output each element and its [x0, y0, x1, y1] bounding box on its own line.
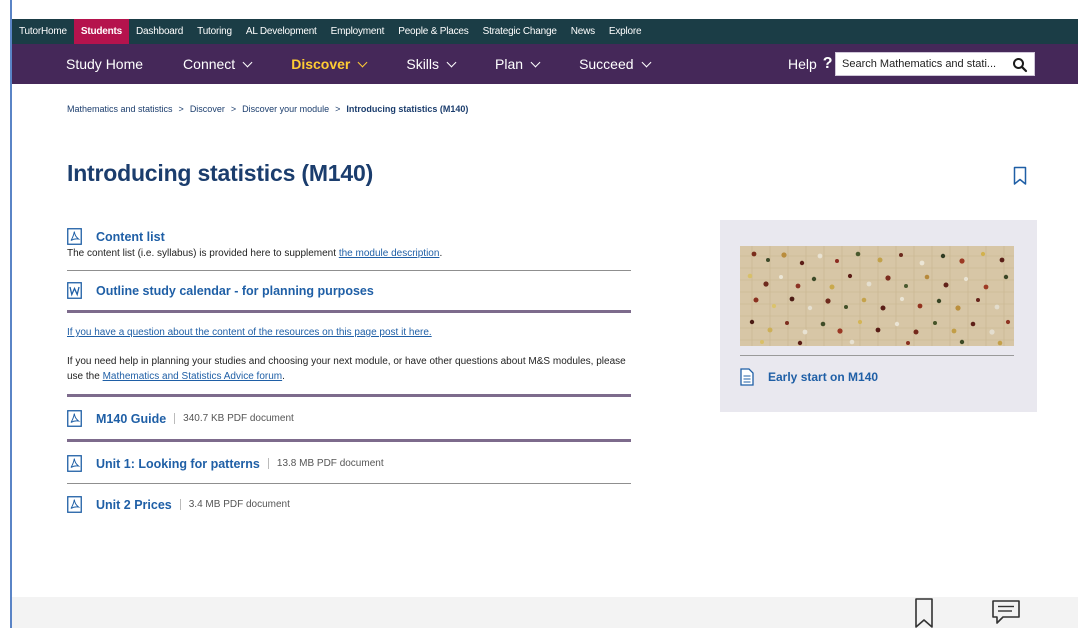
top-nav-tutoring[interactable]: Tutoring: [190, 19, 239, 44]
top-nav-strategic-change[interactable]: Strategic Change: [476, 19, 564, 44]
chevron-down-icon: [446, 57, 457, 67]
content-list-desc-suffix: .: [439, 248, 443, 259]
comment-icon[interactable]: [990, 598, 1022, 626]
question-note: If you have a question about the content…: [67, 325, 631, 340]
search-input[interactable]: [836, 58, 1006, 70]
top-nav-news[interactable]: News: [564, 19, 602, 44]
main-nav-study-home-label: Study Home: [66, 56, 144, 72]
help-question-icon: ?: [822, 55, 833, 72]
breadcrumb-separator: >: [178, 104, 184, 114]
advice-note: If you need help in planning your studie…: [67, 354, 631, 384]
file-row: Unit 2 Prices 3.4 MB PDF document: [67, 496, 631, 513]
file-row: Unit 1: Looking for patterns 13.8 MB PDF…: [67, 455, 631, 472]
main-nav-discover[interactable]: Discover: [291, 56, 368, 72]
calendar-row: Outline study calendar - for planning pu…: [67, 282, 631, 299]
word-document-icon: [67, 282, 82, 299]
help-link[interactable]: Help ?: [788, 44, 833, 84]
breadcrumb-item[interactable]: Discover: [190, 104, 225, 114]
top-nav-people-places[interactable]: People & Places: [391, 19, 475, 44]
main-nav-discover-label: Discover: [291, 56, 351, 72]
chevron-down-icon: [641, 57, 651, 67]
file-meta: 13.8 MB PDF document: [267, 458, 384, 469]
advice-forum-link[interactable]: Mathematics and Statistics Advice forum: [103, 371, 283, 382]
top-nav-employment[interactable]: Employment: [324, 19, 392, 44]
page-title: Introducing statistics (M140): [67, 160, 374, 186]
divider: [67, 439, 631, 442]
early-start-card: Early start on M140: [720, 220, 1037, 412]
divider: [67, 270, 631, 271]
top-nav-dashboard[interactable]: Dashboard: [129, 19, 190, 44]
pdf-icon: [67, 228, 82, 245]
divider: [67, 483, 631, 484]
question-forum-link[interactable]: If you have a question about the content…: [67, 327, 432, 338]
window-frame-edge: [0, 0, 12, 628]
main-nav-plan[interactable]: Plan: [495, 56, 541, 72]
main-nav-plan-label: Plan: [495, 56, 524, 72]
top-nav-tutorhome[interactable]: TutorHome: [12, 19, 74, 44]
content-list-description: The content list (i.e. syllabus) is prov…: [67, 248, 631, 259]
breadcrumb: Mathematics and statistics > Discover > …: [67, 104, 468, 114]
chevron-down-icon: [242, 57, 253, 67]
early-start-link[interactable]: Early start on M140: [768, 370, 878, 384]
document-icon: [740, 368, 754, 386]
resource-list: Content list The content list (i.e. syll…: [67, 228, 631, 513]
pdf-icon: [67, 496, 82, 513]
top-nav-students[interactable]: Students: [73, 19, 130, 44]
bookmark-icon[interactable]: [1013, 166, 1027, 186]
main-nav-connect[interactable]: Connect: [183, 56, 253, 72]
main-nav-list: Study Home Connect Discover Skills Plan …: [66, 56, 690, 72]
breadcrumb-separator: >: [335, 104, 341, 114]
main-nav-succeed[interactable]: Succeed: [579, 56, 651, 72]
pdf-icon: [67, 455, 82, 472]
main-nav-succeed-label: Succeed: [579, 56, 634, 72]
main-nav-connect-label: Connect: [183, 56, 236, 72]
unit-2-link[interactable]: Unit 2 Prices: [96, 498, 172, 512]
content-list-row: Content list: [67, 228, 631, 245]
card-divider: [740, 355, 1014, 356]
main-nav-study-home[interactable]: Study Home: [66, 56, 143, 72]
top-navigation-bar: TutorHome Students Dashboard Tutoring AL…: [12, 19, 1078, 44]
breadcrumb-separator: >: [230, 104, 237, 114]
top-nav-explore[interactable]: Explore: [602, 19, 649, 44]
search-box: [835, 52, 1035, 76]
breadcrumb-item[interactable]: Mathematics and statistics: [67, 104, 173, 114]
search-icon[interactable]: [1012, 57, 1028, 73]
bookmark-icon[interactable]: [914, 597, 934, 628]
file-meta: 340.7 KB PDF document: [174, 413, 294, 424]
main-nav-skills-label: Skills: [406, 56, 440, 72]
breadcrumb-item[interactable]: Discover your module: [242, 104, 329, 114]
study-calendar-link[interactable]: Outline study calendar - for planning pu…: [96, 284, 374, 298]
pdf-icon: [67, 410, 82, 427]
module-description-link[interactable]: the module description: [339, 248, 440, 259]
main-nav-skills[interactable]: Skills: [406, 56, 457, 72]
file-meta: 3.4 MB PDF document: [179, 499, 290, 510]
divider: [67, 310, 631, 313]
breadcrumb-current: Introducing statistics (M140): [346, 104, 469, 114]
early-start-row: Early start on M140: [740, 368, 878, 386]
top-nav-list: TutorHome Students Dashboard Tutoring AL…: [12, 19, 648, 44]
chevron-down-icon: [530, 57, 541, 67]
help-label: Help: [788, 56, 817, 72]
divider: [67, 394, 631, 397]
content-list-link[interactable]: Content list: [96, 230, 165, 244]
unit-1-link[interactable]: Unit 1: Looking for patterns: [96, 457, 260, 471]
file-row: M140 Guide 340.7 KB PDF document: [67, 410, 631, 427]
chevron-down-icon: [357, 57, 368, 67]
early-start-image: [740, 246, 1014, 346]
main-navigation-bar: Study Home Connect Discover Skills Plan …: [12, 44, 1078, 84]
m140-guide-link[interactable]: M140 Guide: [96, 412, 166, 426]
top-nav-al-development[interactable]: AL Development: [239, 19, 324, 44]
advice-suffix: .: [282, 371, 285, 382]
content-list-desc-text: The content list (i.e. syllabus) is prov…: [67, 248, 339, 259]
